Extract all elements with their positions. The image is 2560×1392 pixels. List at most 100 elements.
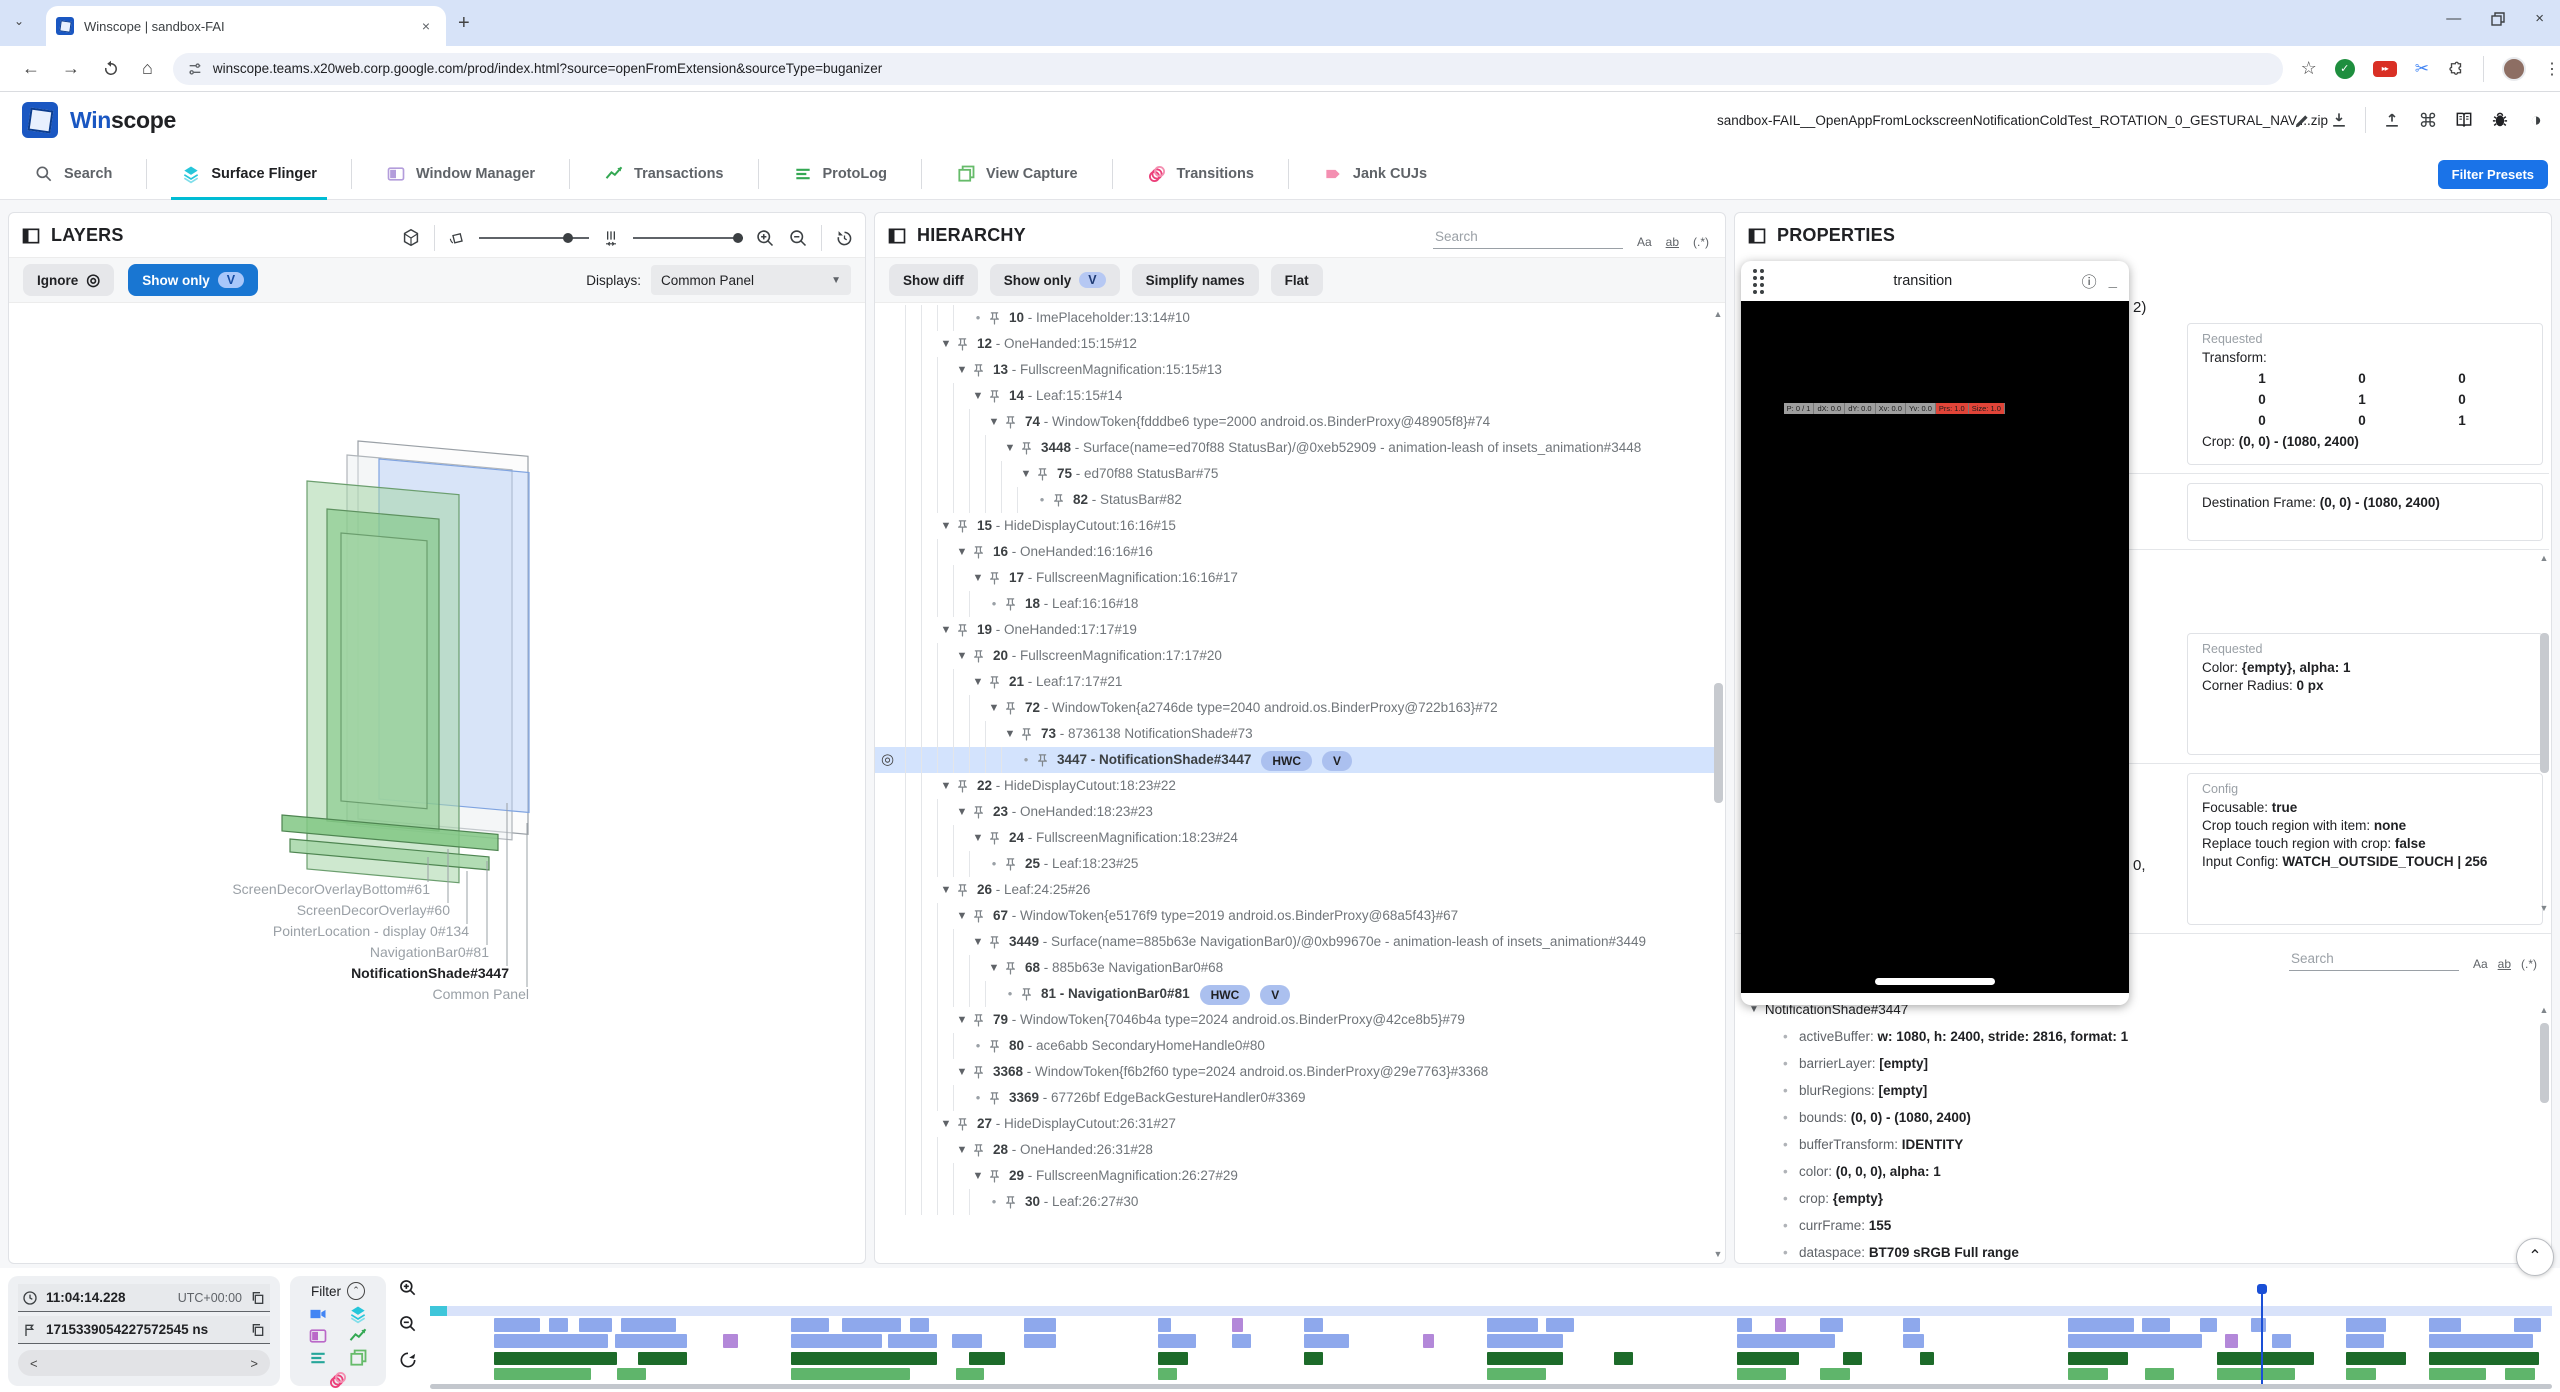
regex-toggle[interactable]: (.*): [1693, 235, 1709, 249]
timeline-range-strip[interactable]: [430, 1306, 2552, 1316]
match-word-toggle[interactable]: ab: [2498, 957, 2511, 971]
trace-entry-block[interactable]: [1304, 1334, 1349, 1348]
layer-tree-row[interactable]: ▼21 - Leaf:17:17#21: [875, 669, 1715, 695]
ignore-chip[interactable]: Ignore◎: [23, 264, 114, 296]
trace-entry-block[interactable]: [1487, 1368, 1546, 1380]
trace-entry-block[interactable]: [494, 1352, 617, 1365]
property-item[interactable]: bounds: (0, 0) - (1080, 2400): [1735, 1104, 2539, 1131]
trace-entry-block[interactable]: [2505, 1368, 2535, 1380]
pin-icon[interactable]: [1035, 753, 1050, 768]
expand-arrow-icon[interactable]: ▼: [969, 929, 987, 955]
trace-entry-block[interactable]: [1232, 1334, 1251, 1348]
tab-transitions[interactable]: Transitions: [1113, 148, 1288, 200]
timeline-horizontal-scrollbar[interactable]: [430, 1384, 2552, 1389]
pin-icon[interactable]: [987, 1039, 1002, 1054]
expand-arrow-icon[interactable]: ▼: [953, 1137, 971, 1163]
trace-entry-block[interactable]: [1737, 1352, 1799, 1365]
trace-entry-block[interactable]: [579, 1318, 613, 1332]
trace-entry-block[interactable]: [1232, 1318, 1243, 1332]
pin-icon[interactable]: [955, 337, 970, 352]
trace-entry-block[interactable]: [1024, 1318, 1056, 1332]
layer-3d-label[interactable]: ScreenDecorOverlay#60: [297, 902, 451, 918]
layer-3d-label[interactable]: NavigationBar0#81: [370, 944, 489, 960]
pin-icon[interactable]: [971, 545, 986, 560]
view-capture-trace-icon[interactable]: [348, 1348, 368, 1368]
expand-arrow-icon[interactable]: ▼: [969, 565, 987, 591]
expand-arrow-icon[interactable]: ▼: [953, 903, 971, 929]
extension-red-icon[interactable]: ▸▸: [2373, 61, 2397, 77]
trace-entry-block[interactable]: [2429, 1318, 2461, 1332]
layer-tree-row[interactable]: ▼19 - OneHanded:17:17#19: [875, 617, 1715, 643]
pin-icon[interactable]: [1035, 467, 1050, 482]
expand-arrow-icon[interactable]: ▼: [985, 955, 1003, 981]
home-icon[interactable]: ⌂: [142, 58, 153, 79]
screen-recording-trace-icon[interactable]: [308, 1304, 328, 1324]
tab-view-capture[interactable]: View Capture: [922, 148, 1112, 200]
bookmark-star-icon[interactable]: ☆: [2301, 58, 2317, 79]
extensions-puzzle-icon[interactable]: [2447, 60, 2465, 78]
layer-tree-row[interactable]: •10 - ImePlaceholder:13:14#10: [875, 305, 1715, 331]
property-list-scrollbar[interactable]: [2540, 1023, 2549, 1103]
trace-entry-block[interactable]: [1158, 1352, 1188, 1365]
layer-tree-row[interactable]: •25 - Leaf:18:23#25: [875, 851, 1715, 877]
forward-icon[interactable]: →: [62, 58, 80, 79]
layer-tree-row[interactable]: ▼79 - WindowToken{7046b4a type=2024 andr…: [875, 1007, 1715, 1033]
trace-entry-block[interactable]: [1737, 1334, 1835, 1348]
trace-entry-block[interactable]: [1614, 1352, 1633, 1365]
tab-transactions[interactable]: Transactions: [570, 148, 757, 200]
trace-entry-block[interactable]: [1158, 1368, 1177, 1380]
rotation-icon[interactable]: [447, 228, 467, 248]
trace-entry-block[interactable]: [791, 1352, 937, 1365]
layer-tree-row[interactable]: ▼72 - WindowToken{a2746de type=2040 andr…: [875, 695, 1715, 721]
match-case-toggle[interactable]: Aa: [1637, 235, 1652, 249]
timeline-zoom-reset-icon[interactable]: [398, 1350, 418, 1370]
layer-tree-row[interactable]: ▼27 - HideDisplayCutout:26:31#27: [875, 1111, 1715, 1137]
layer-tree-row[interactable]: ▼28 - OneHanded:26:31#28: [875, 1137, 1715, 1163]
pin-icon[interactable]: [955, 883, 970, 898]
layer-tree-row[interactable]: ▼23 - OneHanded:18:23#23: [875, 799, 1715, 825]
scissors-extension-icon[interactable]: ✂: [2415, 59, 2429, 79]
layer-tree-row[interactable]: ▼3449 - Surface(name=885b63e NavigationB…: [875, 929, 1715, 955]
trace-entry-block[interactable]: [638, 1352, 687, 1365]
scroll-up-icon[interactable]: ▲: [2538, 1005, 2550, 1015]
expand-arrow-icon[interactable]: ▼: [953, 643, 971, 669]
pin-icon[interactable]: [971, 805, 986, 820]
spacing-slider[interactable]: [633, 237, 743, 239]
pin-icon[interactable]: [987, 311, 1002, 326]
window-restore-icon[interactable]: [2491, 12, 2505, 26]
report-bug-icon[interactable]: [2490, 110, 2510, 130]
layer-tree-row[interactable]: ▼13 - FullscreenMagnification:15:15#13: [875, 357, 1715, 383]
trace-entry-block[interactable]: [494, 1368, 592, 1380]
windowmanager-track[interactable]: [430, 1352, 2552, 1365]
show-diff-chip[interactable]: Show diff: [889, 264, 978, 296]
trace-entry-block[interactable]: [2346, 1352, 2405, 1365]
pin-icon[interactable]: [987, 389, 1002, 404]
trace-entry-block[interactable]: [2217, 1352, 2315, 1365]
back-icon[interactable]: ←: [22, 58, 40, 79]
trace-entry-block[interactable]: [1487, 1334, 1563, 1348]
hide-layer-eye-icon[interactable]: ◎: [881, 747, 894, 773]
expand-arrow-icon[interactable]: ▼: [937, 331, 955, 357]
scroll-up-icon[interactable]: ▲: [2538, 553, 2550, 563]
properties-search-input[interactable]: Search: [2289, 949, 2459, 971]
timeline-zoom-out-icon[interactable]: [398, 1314, 418, 1334]
layer-tree-row[interactable]: ▼24 - FullscreenMagnification:18:23#24: [875, 825, 1715, 851]
layer-tree-row[interactable]: ▼17 - FullscreenMagnification:16:16#17: [875, 565, 1715, 591]
layer-tree-row[interactable]: ▼26 - Leaf:24:25#26: [875, 877, 1715, 903]
timeline-canvas[interactable]: [430, 1272, 2552, 1390]
trace-entry-block[interactable]: [842, 1318, 901, 1332]
trace-entry-block[interactable]: [1820, 1318, 1843, 1332]
expand-arrow-icon[interactable]: ▼: [1001, 435, 1019, 461]
trace-entry-block[interactable]: [2346, 1368, 2376, 1380]
trace-entry-block[interactable]: [2068, 1352, 2127, 1365]
browser-tab[interactable]: Winscope | sandbox-FAI ×: [46, 6, 446, 46]
trace-entry-block[interactable]: [1024, 1334, 1056, 1348]
displays-select[interactable]: Common Panel▼: [651, 265, 851, 295]
scroll-down-icon[interactable]: ▼: [2538, 903, 2550, 913]
hierarchy-scrollbar[interactable]: [1714, 683, 1723, 803]
property-item[interactable]: activeBuffer: w: 1080, h: 2400, stride: …: [1735, 1023, 2539, 1050]
minimize-overlay-icon[interactable]: _: [2109, 273, 2117, 290]
pin-icon[interactable]: [955, 519, 970, 534]
trace-entry-block[interactable]: [2346, 1318, 2386, 1332]
copy-icon[interactable]: [250, 1290, 266, 1306]
